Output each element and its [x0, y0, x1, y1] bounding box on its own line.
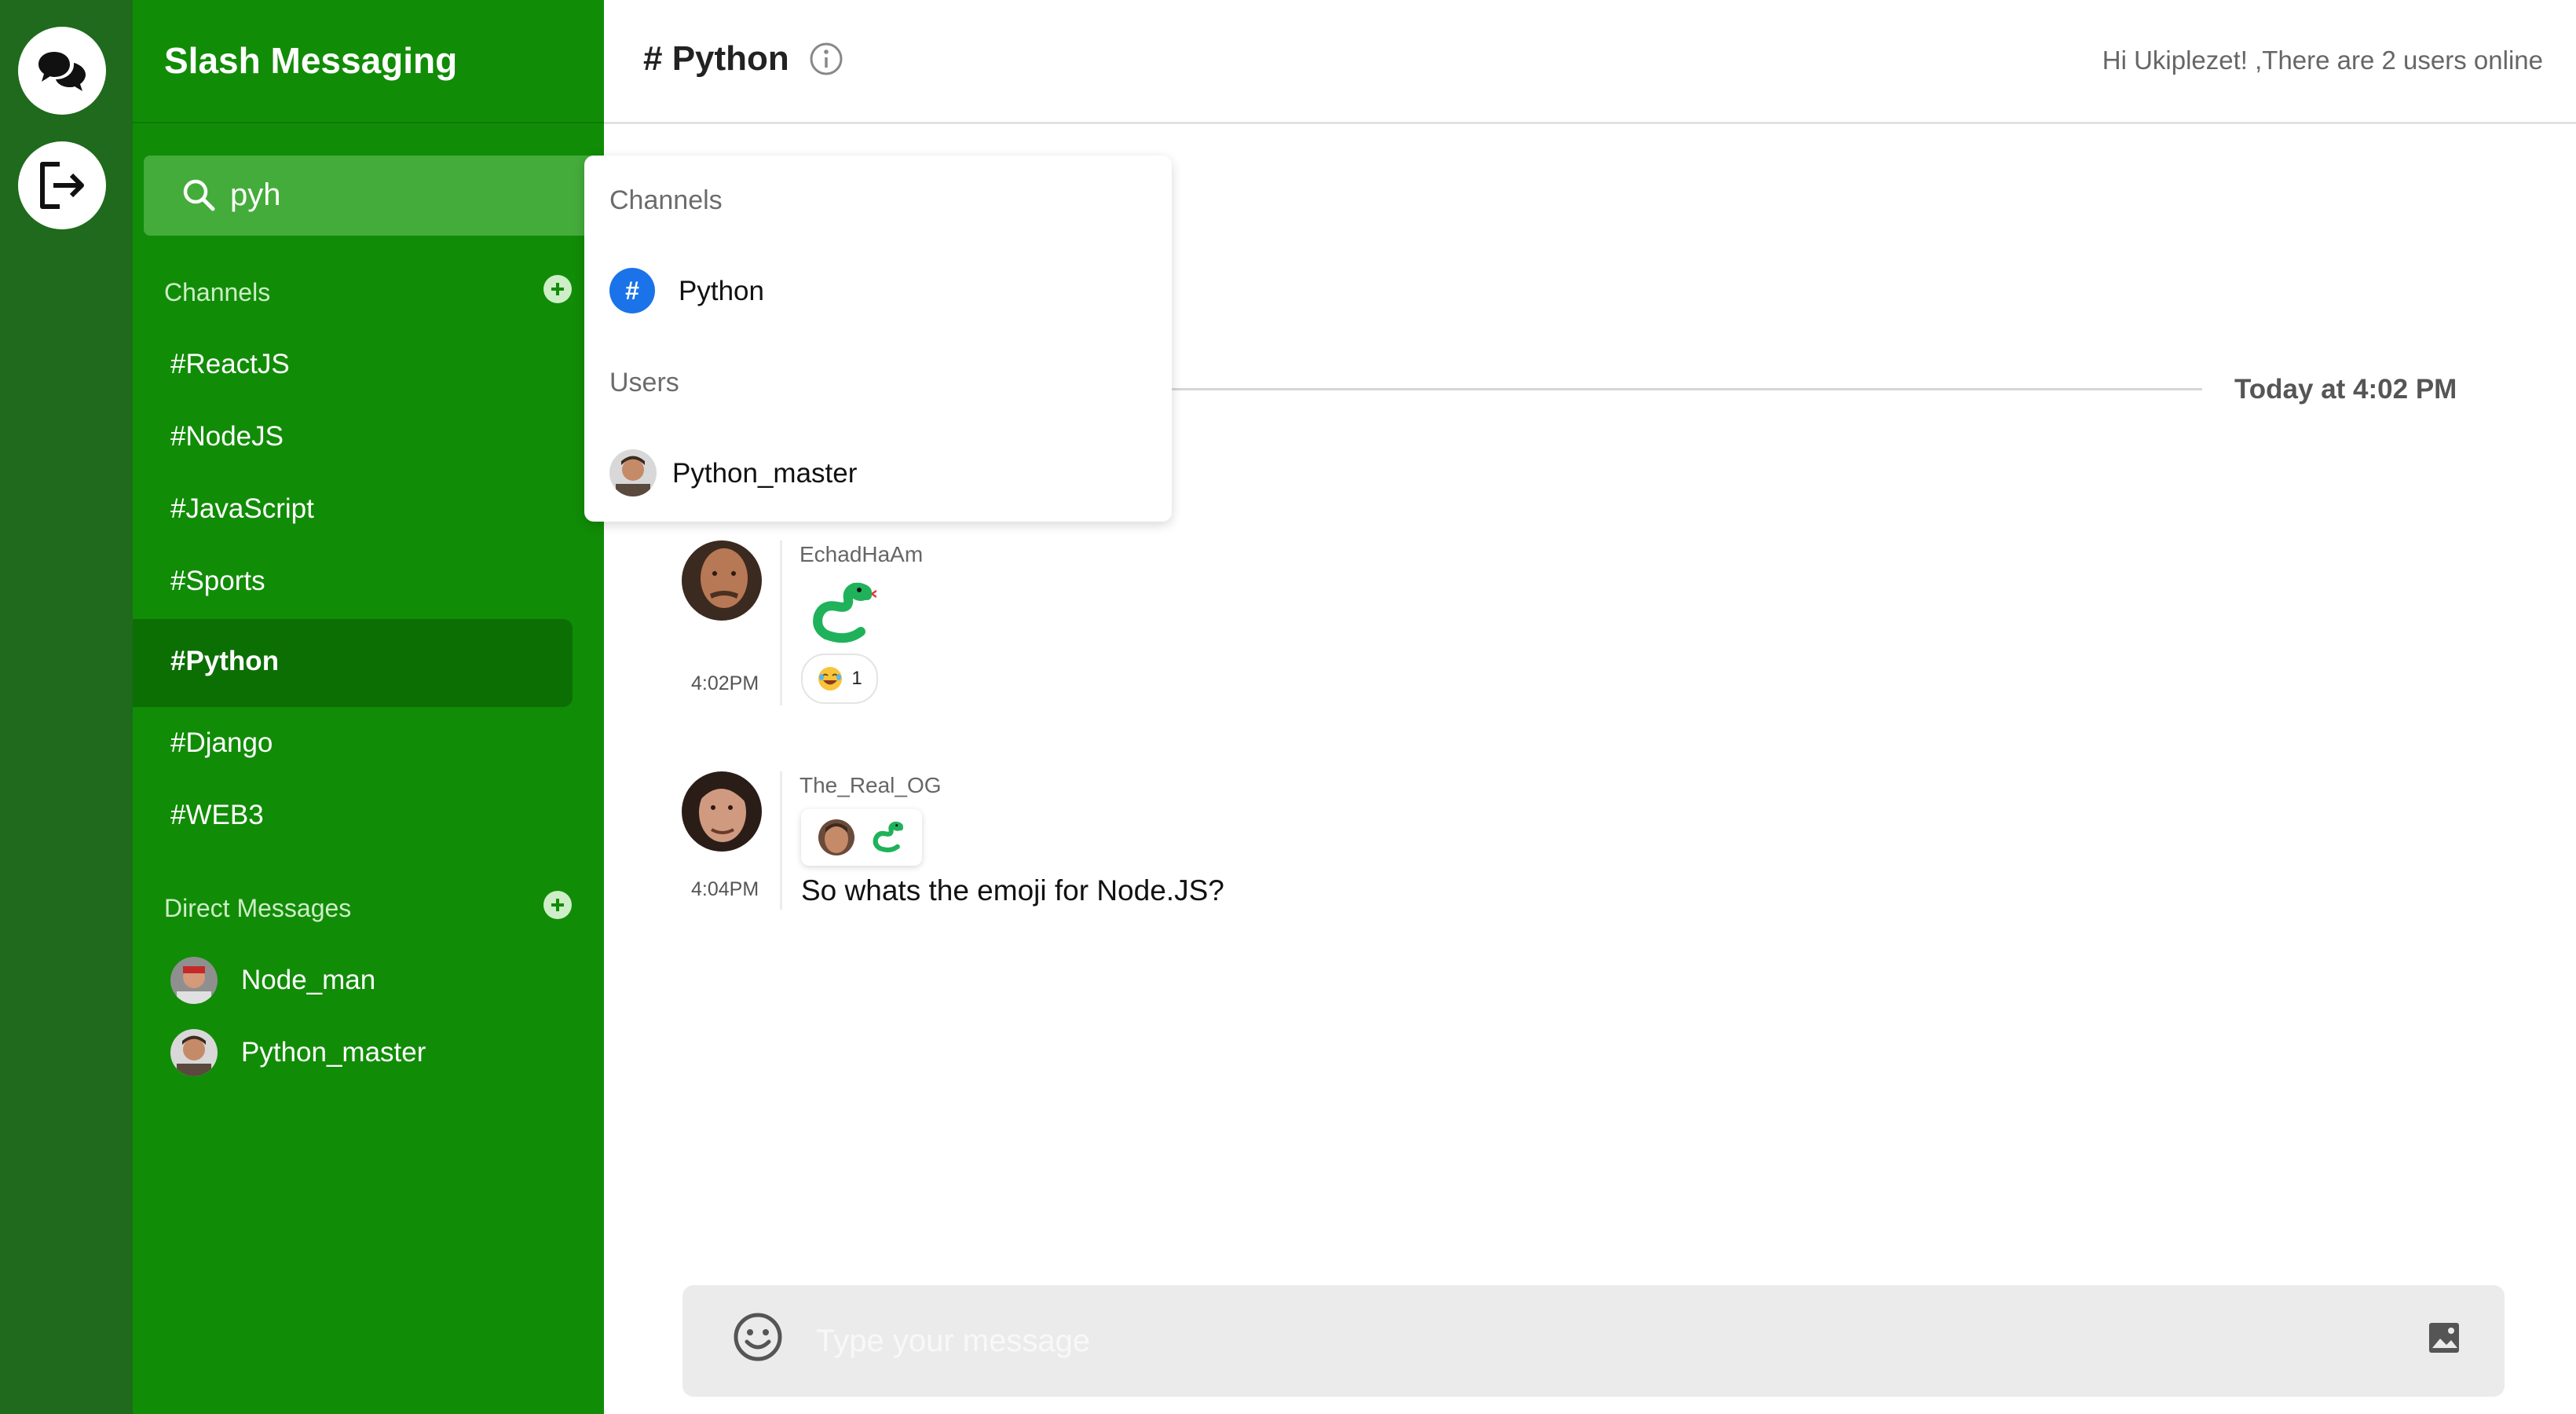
add-dm-button[interactable] [543, 891, 572, 919]
channel-item-javascript[interactable]: #JavaScript [170, 493, 314, 525]
sidebar: Slash Messaging Channels #ReactJS #NodeJ… [133, 0, 615, 1414]
message-text: So whats the emoji for Node.JS? [801, 874, 1224, 907]
date-label: Today at 4:02 PM [2234, 374, 2457, 405]
search-input[interactable] [230, 171, 576, 218]
date-divider [1172, 388, 2202, 390]
dm-item-python-master[interactable]: Python_master [170, 1028, 426, 1078]
reaction-count: 1 [851, 668, 862, 689]
smiley-icon[interactable] [731, 1310, 785, 1364]
plus-icon [551, 283, 564, 295]
search-result-channel-label: Python [679, 276, 764, 306]
dropdown-channels-label: Channels [609, 185, 723, 215]
dm-item-label: Node_man [241, 965, 376, 995]
search-results-dropdown: Channels # Python Users Python_master [584, 156, 1172, 522]
message-author[interactable]: The_Real_OG [800, 773, 942, 798]
channel-item-django[interactable]: #Django [170, 727, 273, 759]
avatar[interactable] [682, 540, 762, 621]
image-upload-icon[interactable] [2426, 1320, 2462, 1356]
app-title: Slash Messaging [164, 40, 458, 81]
dm-item-node-man[interactable]: Node_man [170, 955, 375, 1006]
online-status-text: Hi Ukiplezet! ,There are 2 users online [2102, 46, 2543, 75]
chat-bubbles-icon [38, 52, 86, 91]
channel-item-web3[interactable]: #WEB3 [170, 800, 264, 831]
avatar[interactable] [682, 771, 762, 852]
dm-item-label: Python_master [241, 1037, 426, 1068]
message-composer [682, 1285, 2505, 1397]
logout-icon [40, 162, 84, 209]
search-box[interactable] [144, 156, 615, 236]
info-icon[interactable] [808, 41, 844, 77]
message-author[interactable]: EchadHaAm [800, 542, 923, 567]
message-divider [780, 771, 782, 910]
channel-item-sports[interactable]: #Sports [170, 566, 265, 597]
plus-icon [551, 899, 564, 911]
channel-item-nodejs[interactable]: #NodeJS [170, 421, 284, 452]
message-time: 4:02PM [691, 672, 759, 694]
dropdown-users-label: Users [609, 368, 679, 397]
face-emoji-icon [818, 819, 854, 855]
hash-icon: # [609, 268, 655, 313]
avatar [170, 1029, 218, 1076]
app-rail [0, 0, 133, 1414]
laughing-emoji-icon [818, 667, 843, 691]
message-input[interactable] [816, 1313, 2308, 1368]
channel-header: # Python Hi Ukiplezet! ,There are 2 user… [604, 0, 2576, 124]
channel-title: # Python [643, 39, 789, 78]
logout-button[interactable] [18, 141, 106, 229]
reaction-badge[interactable]: 1 [801, 654, 878, 704]
avatar [609, 449, 657, 496]
snake-emoji-icon [873, 821, 904, 852]
channel-item-reactjs[interactable]: #ReactJS [170, 349, 290, 380]
message-divider [780, 540, 782, 705]
message-time: 4:04PM [691, 878, 759, 900]
avatar [170, 957, 218, 1004]
channel-item-python[interactable]: #Python [133, 619, 573, 707]
channel-item-label: #Python [170, 646, 280, 676]
custom-emoji-card [801, 809, 922, 866]
direct-messages-label: Direct Messages [164, 894, 352, 922]
search-icon [183, 179, 215, 211]
chat-bubbles-button[interactable] [18, 27, 106, 115]
snake-emoji-icon [813, 582, 876, 643]
channels-label: Channels [164, 278, 271, 306]
add-channel-button[interactable] [543, 275, 572, 303]
header-divider [133, 122, 604, 123]
search-result-user-label: Python_master [672, 458, 858, 489]
